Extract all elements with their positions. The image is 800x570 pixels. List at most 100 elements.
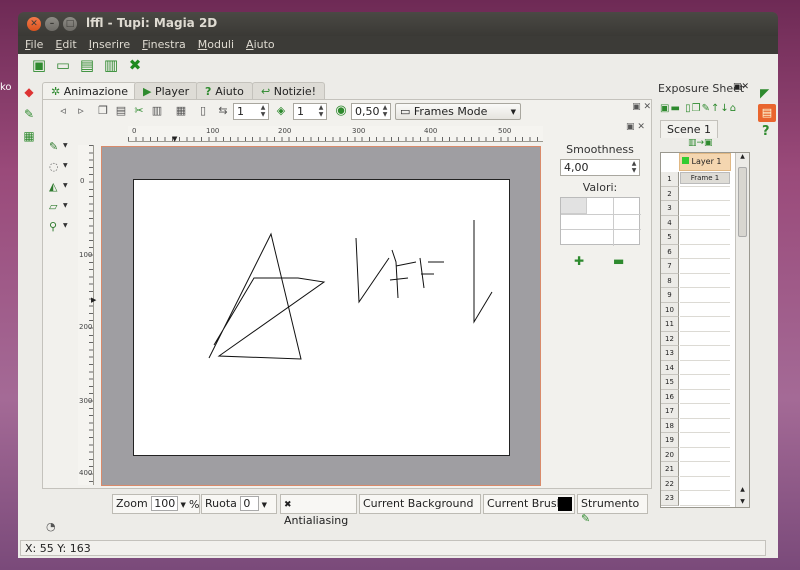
layer-icon[interactable]: ◈ — [273, 103, 289, 119]
view-tool-icon[interactable]: ▱ ▼ — [49, 200, 68, 213]
current-brush[interactable]: Current Brush — [483, 494, 575, 514]
frame-slot[interactable] — [680, 462, 730, 477]
frame-slot[interactable] — [680, 477, 730, 491]
scroll-down-icon[interactable]: ▼ — [736, 498, 749, 505]
spin-arrows-icon[interactable]: ▲ ▼ — [259, 104, 267, 118]
rotate-control[interactable]: Ruota 0 ▼ — [201, 494, 277, 514]
remove-layer-icon[interactable]: ▬ — [670, 103, 680, 114]
frame-slot[interactable] — [680, 390, 730, 404]
frame-slot[interactable] — [680, 491, 730, 506]
frame-slot[interactable] — [680, 201, 730, 216]
save-as-icon[interactable]: ▥ — [102, 56, 120, 74]
page-icon[interactable]: ▯ — [195, 103, 211, 119]
frame-slot[interactable] — [680, 332, 730, 346]
spin-arrows-icon[interactable]: ▲ ▼ — [381, 104, 389, 118]
frame-slot[interactable] — [680, 245, 730, 259]
lock-icon[interactable]: ⌂ — [730, 103, 737, 114]
tab-notizie[interactable]: ↩ Notizie! — [252, 82, 326, 100]
close-panel-icon[interactable]: ✕ — [643, 102, 651, 112]
exposure-sheet-icon[interactable]: ▤ — [758, 104, 776, 122]
zoom-control[interactable]: Zoom 100 ▼ — [112, 494, 200, 514]
maximize-icon[interactable]: □ — [63, 17, 77, 31]
close-icon[interactable]: ✕ — [27, 17, 41, 31]
zoom-tool-icon[interactable]: ⚲ ▼ — [49, 220, 68, 233]
sync-icon[interactable]: ▥→▣ — [688, 138, 713, 148]
close-icon[interactable]: ✕ — [742, 82, 750, 92]
delete-icon[interactable]: ▥ — [149, 103, 165, 119]
menu-file[interactable]: File — [18, 36, 48, 51]
down-arrow-icon[interactable]: ↓ — [720, 103, 729, 114]
tab-player[interactable]: ▶ Player — [134, 82, 199, 100]
float-icon[interactable]: ▣ — [632, 102, 641, 112]
frame-slot[interactable] — [680, 346, 730, 361]
brush-color-swatch[interactable] — [558, 497, 572, 511]
scroll-up-icon[interactable]: ▲ — [736, 153, 749, 160]
scroll-thumb[interactable] — [738, 167, 747, 237]
history-icon[interactable]: ◔ — [46, 520, 56, 533]
next-icon[interactable]: ▹ — [73, 103, 89, 119]
tool-indicator[interactable]: Strumento ✎ — [577, 494, 648, 525]
frame-slot[interactable] — [680, 448, 730, 462]
menu-inserire[interactable]: Inserire — [82, 36, 135, 51]
frame-slot[interactable] — [680, 375, 730, 390]
color-palette-icon[interactable]: ◆ — [21, 84, 37, 100]
close-icon[interactable]: ✕ — [637, 122, 645, 132]
open-folder-icon[interactable]: ▭ — [54, 56, 72, 74]
previous-icon[interactable]: ◃ — [55, 103, 71, 119]
add-layer-icon[interactable]: ▣ — [660, 103, 670, 114]
frame-slot[interactable] — [680, 259, 730, 274]
up-arrow-icon[interactable]: ↑ — [711, 103, 720, 114]
onion-skin-icon[interactable]: ◉ — [333, 103, 349, 119]
tool-icon[interactable]: ✎ — [702, 103, 711, 114]
minimize-icon[interactable]: – — [45, 17, 59, 31]
tab-aiuto[interactable]: ? Aiuto — [196, 82, 253, 100]
float-icon[interactable]: ▣ — [733, 82, 742, 92]
values-grid[interactable] — [560, 197, 641, 246]
float-icon[interactable]: ▣ — [626, 122, 635, 132]
current-background[interactable]: Current Background — [359, 494, 481, 514]
scroll-up-icon[interactable]: ▲ — [736, 486, 749, 493]
layer-visible-icon[interactable] — [682, 157, 689, 164]
mode-select[interactable]: ▭ Frames Mode ▼ — [395, 103, 521, 120]
copy-frame-icon[interactable]: ❐ — [692, 103, 702, 114]
window-titlebar[interactable]: ✕ – □ lffl - Tupi: Magia 2D — [18, 12, 778, 36]
exposure-scrollbar[interactable]: ▲ ▲ ▼ — [735, 153, 749, 507]
add-value-icon[interactable]: ✚ — [574, 254, 584, 268]
drawing-paper[interactable] — [133, 179, 510, 456]
smoothness-spinbox[interactable]: 4,00 ▲ ▼ — [560, 159, 640, 176]
frame-spinbox[interactable]: 1 ▲ ▼ — [233, 103, 269, 120]
save-icon[interactable]: ▤ — [78, 56, 96, 74]
frame-slot[interactable] — [680, 419, 730, 433]
menu-aiuto[interactable]: Aiuto — [239, 36, 280, 51]
new-project-icon[interactable]: ▣ — [30, 56, 48, 74]
cut-icon[interactable]: ✂ — [131, 103, 147, 119]
menu-finestra[interactable]: Finestra — [135, 36, 191, 51]
antialiasing-toggle[interactable]: ✖ Antialiasing — [280, 494, 357, 527]
frame-slot[interactable] — [680, 187, 730, 201]
scene-tab[interactable]: Scene 1 — [660, 120, 719, 138]
frame-slot[interactable] — [680, 433, 730, 448]
frame-slot[interactable] — [680, 274, 730, 288]
paste-icon[interactable]: ▤ — [113, 103, 129, 119]
copy-icon[interactable]: ❐ — [95, 103, 111, 119]
frame-slot[interactable] — [680, 404, 730, 419]
help-icon[interactable]: ? — [762, 124, 770, 139]
frame-slot[interactable] — [680, 230, 730, 245]
menu-moduli[interactable]: Moduli — [191, 36, 239, 51]
fill-tool-icon[interactable]: ◭ ▼ — [49, 180, 68, 193]
layer-spinbox[interactable]: 1 ▲ ▼ — [293, 103, 327, 120]
frame-slot[interactable] — [680, 172, 730, 187]
layer-header[interactable]: Layer 1 — [679, 153, 731, 171]
frame-slot[interactable] — [680, 361, 730, 375]
refresh-icon[interactable]: ⇆ — [215, 103, 231, 119]
frame-slot[interactable] — [680, 216, 730, 230]
timeline-icon[interactable]: ◤ — [760, 86, 769, 100]
select-tool-icon[interactable]: ◌ ▼ — [49, 160, 68, 173]
spin-arrows-icon[interactable]: ▲ ▼ — [317, 104, 325, 118]
close-project-icon[interactable]: ✖ — [126, 56, 144, 74]
spin-arrows-icon[interactable]: ▲ ▼ — [630, 160, 638, 174]
brush-icon[interactable]: ✎ — [21, 106, 37, 122]
opacity-spinbox[interactable]: 0,50 ▲ ▼ — [351, 103, 391, 120]
grid-icon[interactable]: ▦ — [173, 103, 189, 119]
remove-value-icon[interactable]: ▬ — [613, 254, 624, 268]
